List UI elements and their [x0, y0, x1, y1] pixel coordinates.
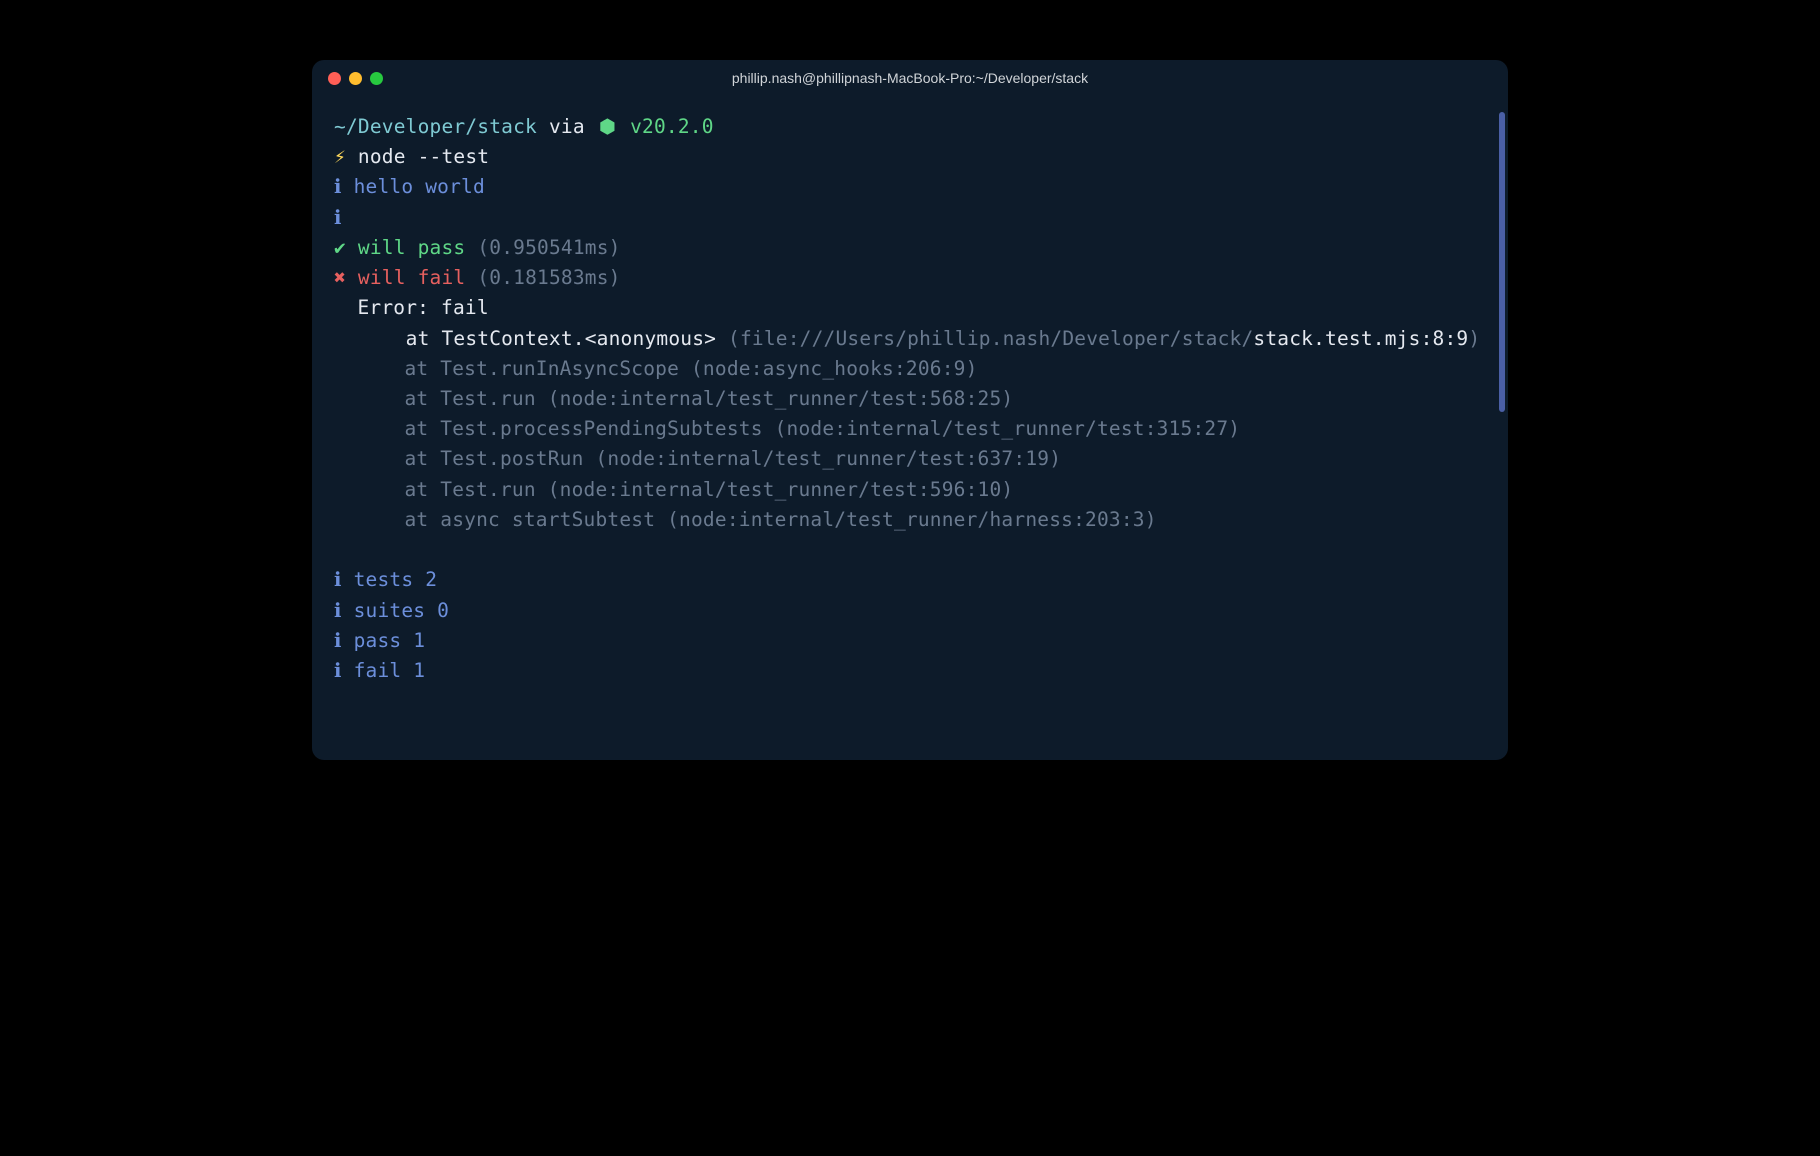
- stack-line-1: at TestContext.<anonymous> (file:///User…: [334, 324, 1486, 354]
- info-icon: ℹ: [334, 599, 342, 622]
- diag-text: hello world: [354, 175, 485, 198]
- prompt-path: ~/Developer/stack: [334, 115, 537, 138]
- info-icon: ℹ: [334, 206, 342, 229]
- info-icon: ℹ: [334, 175, 342, 198]
- stack-at-close: ): [1468, 327, 1480, 350]
- diag-line-empty: ℹ: [334, 203, 1486, 233]
- node-icon: ⬢: [597, 112, 618, 142]
- stack-line-4: at Test.processPendingSubtests (node:int…: [334, 414, 1486, 444]
- stack-line-5: at Test.postRun (node:internal/test_runn…: [334, 444, 1486, 474]
- summary-tests-text: tests 2: [354, 568, 438, 591]
- fail-time: (0.181583ms): [477, 266, 620, 289]
- traffic-lights: [328, 72, 383, 85]
- test-pass-line: ✔ will pass (0.950541ms): [334, 233, 1486, 263]
- fail-name: will fail: [358, 266, 465, 289]
- prompt-line: ~/Developer/stack via ⬢ v20.2.0: [334, 112, 1486, 142]
- prompt-symbol: ⚡: [334, 145, 346, 168]
- stack-at-path: (file:///Users/phillip.nash/Developer/st…: [728, 327, 1253, 350]
- summary-suites: ℹ suites 0: [334, 596, 1486, 626]
- command-text: node --test: [358, 145, 489, 168]
- blank-line: [334, 535, 1486, 565]
- error-header-line: Error: fail: [334, 293, 1486, 323]
- node-version: v20.2.0: [630, 115, 714, 138]
- summary-pass-text: pass 1: [354, 629, 426, 652]
- close-button[interactable]: [328, 72, 341, 85]
- diag-line-1: ℹ hello world: [334, 172, 1486, 202]
- info-icon: ℹ: [334, 659, 342, 682]
- pass-name: will pass: [358, 236, 465, 259]
- pass-time: (0.950541ms): [477, 236, 620, 259]
- minimize-button[interactable]: [349, 72, 362, 85]
- maximize-button[interactable]: [370, 72, 383, 85]
- cross-icon: ✖: [334, 266, 346, 289]
- info-icon: ℹ: [334, 568, 342, 591]
- scrollbar[interactable]: [1499, 112, 1505, 412]
- check-icon: ✔: [334, 236, 346, 259]
- summary-fail: ℹ fail 1: [334, 656, 1486, 686]
- summary-suites-text: suites 0: [354, 599, 450, 622]
- summary-fail-text: fail 1: [354, 659, 426, 682]
- prompt-via: via: [549, 115, 585, 138]
- terminal-body[interactable]: ~/Developer/stack via ⬢ v20.2.0 ⚡ node -…: [312, 96, 1508, 760]
- titlebar: phillip.nash@phillipnash-MacBook-Pro:~/D…: [312, 60, 1508, 96]
- window-title: phillip.nash@phillipnash-MacBook-Pro:~/D…: [328, 70, 1492, 86]
- test-fail-line: ✖ will fail (0.181583ms): [334, 263, 1486, 293]
- info-icon: ℹ: [334, 629, 342, 652]
- summary-pass: ℹ pass 1: [334, 626, 1486, 656]
- stack-at-prefix: at TestContext.<anonymous>: [406, 327, 728, 350]
- summary-tests: ℹ tests 2: [334, 565, 1486, 595]
- error-header: Error: fail: [357, 296, 488, 319]
- stack-line-6: at Test.run (node:internal/test_runner/t…: [334, 475, 1486, 505]
- stack-line-7: at async startSubtest (node:internal/tes…: [334, 505, 1486, 535]
- stack-line-3: at Test.run (node:internal/test_runner/t…: [334, 384, 1486, 414]
- terminal-window: phillip.nash@phillipnash-MacBook-Pro:~/D…: [312, 60, 1508, 760]
- stack-line-2: at Test.runInAsyncScope (node:async_hook…: [334, 354, 1486, 384]
- stack-at-file: stack.test.mjs:8:9: [1253, 327, 1468, 350]
- command-line: ⚡ node --test: [334, 142, 1486, 172]
